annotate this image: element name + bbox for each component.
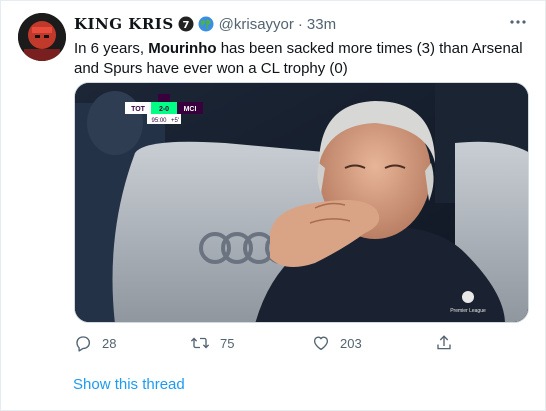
separator-dot: · xyxy=(297,15,303,33)
reply-count: 28 xyxy=(102,335,117,351)
media-photo: TOT 2-0 MCI 95:00 +5' Premier League xyxy=(75,83,528,322)
score-value: 2-0 xyxy=(159,106,169,113)
share-button[interactable] xyxy=(435,333,453,353)
like-count: 203 xyxy=(340,335,362,351)
show-thread-link[interactable]: Show this thread xyxy=(73,376,185,393)
retweet-button[interactable]: 75 xyxy=(190,333,234,353)
more-icon[interactable] xyxy=(507,13,529,31)
share-icon xyxy=(437,335,451,350)
svg-text:7: 7 xyxy=(182,20,189,31)
timestamp[interactable]: 33m xyxy=(307,16,336,33)
tweet-actions: 28 75 203 xyxy=(74,333,474,353)
tweet-media-image[interactable]: TOT 2-0 MCI 95:00 +5' Premier League xyxy=(74,82,529,323)
tweet-card[interactable]: KING KRIS 7 @krisayyor · 33m In 6 years,… xyxy=(0,0,546,411)
added-time: +5' xyxy=(171,118,179,124)
retweet-icon xyxy=(190,337,210,349)
svg-text:Premier League: Premier League xyxy=(450,308,486,314)
score-away: MCI xyxy=(184,106,197,113)
avatar[interactable] xyxy=(18,13,66,61)
retweet-count: 75 xyxy=(220,335,235,351)
tweet-text-part: In 6 years, xyxy=(74,40,149,57)
like-button[interactable]: 203 xyxy=(312,333,362,353)
display-name[interactable]: KING KRIS xyxy=(74,15,174,33)
avatar-image xyxy=(18,13,66,61)
tweet-text: In 6 years, Mourinho has been sacked mor… xyxy=(74,39,529,79)
number-7-icon: 7 xyxy=(178,16,194,32)
globe-emoji-icon xyxy=(198,16,214,32)
user-handle[interactable]: @krisayyor xyxy=(219,16,294,33)
tweet-header: KING KRIS 7 @krisayyor · 33m xyxy=(74,14,336,34)
heart-icon xyxy=(313,336,329,351)
match-clock: 95:00 xyxy=(151,118,167,124)
reply-button[interactable]: 28 xyxy=(74,333,116,353)
tweet-text-bold: Mourinho xyxy=(148,40,217,57)
score-home: TOT xyxy=(131,106,146,113)
reply-icon xyxy=(76,336,91,352)
